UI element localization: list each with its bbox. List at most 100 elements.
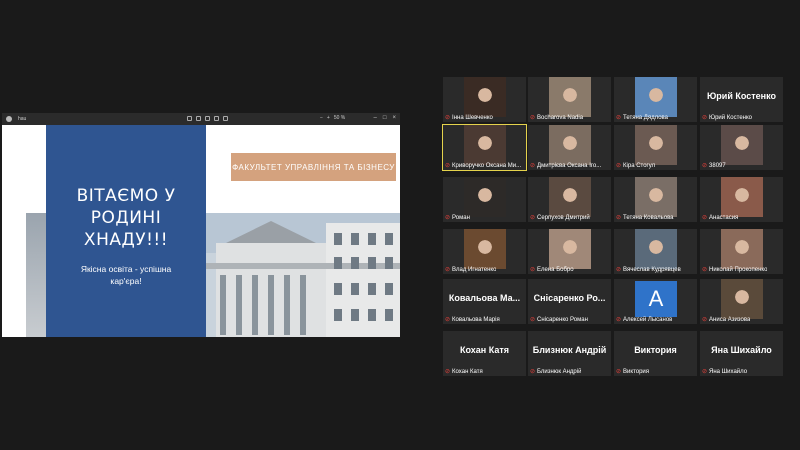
participant-tile[interactable]: ⊘ Тетяна Дядлова <box>614 77 697 122</box>
viewer-toolbar <box>187 116 228 121</box>
welcome-subtitle: Якісна освіта - успішна кар'єра! <box>80 264 172 286</box>
muted-mic-icon: ⊘ <box>445 215 451 221</box>
presentation-slide: ВІТАЄМО У РОДИНІ ХНАДУ!!! Якісна освіта … <box>26 125 400 337</box>
participant-tile[interactable]: ⊘ Вячеслав Кудрявцев <box>614 229 697 274</box>
muted-mic-icon: ⊘ <box>702 267 708 273</box>
participant-display-name: Юрий Костенко <box>707 91 776 101</box>
participant-tile[interactable]: ⊘ Тетяна Ковальова <box>614 177 697 222</box>
participant-tile[interactable]: ⊘ Николай Прокопенко <box>700 229 783 274</box>
participant-name: Виктория <box>623 368 650 375</box>
rotate-icon[interactable] <box>187 116 192 121</box>
participant-name: Кохан Катя <box>452 368 483 375</box>
participant-caption: ⊘ Кіра Стогул <box>616 162 655 170</box>
participant-caption: ⊘ Влад Игнатенко <box>445 266 496 274</box>
participant-name: Яна Шихайло <box>709 368 748 375</box>
participant-video <box>634 229 677 269</box>
participant-caption: ⊘ Яна Шихайло <box>702 368 748 376</box>
participant-video <box>720 177 763 217</box>
participant-tile[interactable]: Ковальова Ма... ⊘ Ковальова Марія <box>443 279 526 324</box>
participant-caption: ⊘ Виктория <box>616 368 650 376</box>
participant-tile[interactable]: ⊘ Елена Бобро <box>528 229 611 274</box>
app-icon <box>6 116 12 122</box>
participant-display-name: Виктория <box>634 345 677 355</box>
participant-tile[interactable]: ⊘ Дмитрієва Оксана Іго... <box>528 125 611 170</box>
participant-name: Алексей Лысанов <box>623 316 673 323</box>
participant-caption: ⊘ Николай Прокопенко <box>702 266 767 274</box>
participant-tile[interactable]: ⊘ Аниса Азизова <box>700 279 783 324</box>
participant-video <box>634 77 677 117</box>
participant-tile[interactable]: Кохан Катя ⊘ Кохан Катя <box>443 331 526 376</box>
muted-mic-icon: ⊘ <box>616 115 622 121</box>
participant-video <box>463 77 506 117</box>
participant-video <box>463 125 506 165</box>
participant-caption: ⊘ Анастасия <box>702 214 738 222</box>
participant-caption: ⊘ Близнюк Андрій <box>530 368 581 376</box>
participant-display-name: Яна Шихайло <box>711 345 772 355</box>
close-icon[interactable]: × <box>392 115 396 121</box>
participant-name: Аниса Азизова <box>709 316 751 323</box>
participant-tile[interactable]: ⊘ Інна Шевченко <box>443 77 526 122</box>
zoom-out-icon[interactable]: − <box>320 115 323 121</box>
participant-tile[interactable]: Яна Шихайло ⊘ Яна Шихайло <box>700 331 783 376</box>
zoom-controls: − + 50 % <box>320 115 345 121</box>
participant-tile[interactable]: ⊘ Криворучко Оксана Ми... <box>442 124 527 171</box>
participant-name: Дмитрієва Оксана Іго... <box>537 162 602 169</box>
university-building-photo <box>206 213 400 337</box>
crop-icon[interactable] <box>196 116 201 121</box>
muted-mic-icon: ⊘ <box>445 163 451 169</box>
participant-tile[interactable]: Близнюк Андрій ⊘ Близнюк Андрій <box>528 331 611 376</box>
zoom-in-icon[interactable]: + <box>327 115 330 121</box>
participant-tile[interactable]: ⊘ Роман <box>443 177 526 222</box>
participant-video <box>720 229 763 269</box>
participant-tile[interactable]: ⊘ Анастасия <box>700 177 783 222</box>
muted-mic-icon: ⊘ <box>702 115 708 121</box>
participant-name: Роман <box>452 214 470 221</box>
participant-tile[interactable]: Юрий Костенко ⊘ Юрий Костенко <box>700 77 783 122</box>
participant-tile[interactable]: A ⊘ Алексей Лысанов <box>614 279 697 324</box>
participant-caption: ⊘ Інна Шевченко <box>445 114 493 122</box>
muted-mic-icon: ⊘ <box>702 215 708 221</box>
participant-display-name: Ковальова Ма... <box>448 293 521 303</box>
participant-tile[interactable]: ⊘ Кіра Стогул <box>614 125 697 170</box>
participant-name: Серпухов Дмитрий <box>537 214 590 221</box>
participant-caption: ⊘ Алексей Лысанов <box>616 316 673 324</box>
participant-video <box>720 279 763 319</box>
participant-tile[interactable]: ⊘ Влад Игнатенко <box>443 229 526 274</box>
participant-tile[interactable]: ⊘ Серпухов Дмитрий <box>528 177 611 222</box>
delete-icon[interactable] <box>223 116 228 121</box>
muted-mic-icon: ⊘ <box>445 267 451 273</box>
maximize-icon[interactable]: □ <box>383 115 387 121</box>
participant-caption: ⊘ Аниса Азизова <box>702 316 751 324</box>
participant-name: Вячеслав Кудрявцев <box>623 266 681 273</box>
participant-name: Bocharova Nadia <box>537 114 584 121</box>
participant-caption: ⊘ Bocharova Nadia <box>530 114 584 122</box>
viewer-titlebar: hau − + 50 % – □ × <box>2 113 400 125</box>
faculty-badge: ФАКУЛЬТЕТ УПРАВЛІННЯ ТА БІЗНЕСУ <box>231 153 396 181</box>
participant-video <box>548 125 591 165</box>
favorite-icon[interactable] <box>214 116 219 121</box>
participant-tile[interactable]: Снісаренко Ро... ⊘ Снісаренко Роман <box>528 279 611 324</box>
participant-video <box>463 229 506 269</box>
shared-screen: hau − + 50 % – □ × ВІТАЄМО У РОДИНІ ХНАД… <box>2 113 400 337</box>
avatar: A <box>635 281 677 317</box>
participant-tile[interactable]: ⊘ Bocharova Nadia <box>528 77 611 122</box>
participant-video <box>548 229 591 269</box>
edit-icon[interactable] <box>205 116 210 121</box>
muted-mic-icon: ⊘ <box>445 115 451 121</box>
participant-name: Інна Шевченко <box>452 114 493 121</box>
participant-tile[interactable]: ⊘ 38097 <box>700 125 783 170</box>
welcome-panel: ВІТАЄМО У РОДИНІ ХНАДУ!!! Якісна освіта … <box>46 125 206 337</box>
muted-mic-icon: ⊘ <box>702 317 708 323</box>
participant-caption: ⊘ Роман <box>445 214 470 222</box>
muted-mic-icon: ⊘ <box>530 267 536 273</box>
minimize-icon[interactable]: – <box>374 115 377 121</box>
participant-caption: ⊘ Тетяна Ковальова <box>616 214 674 222</box>
participant-tile[interactable]: Виктория ⊘ Виктория <box>614 331 697 376</box>
muted-mic-icon: ⊘ <box>702 369 708 375</box>
participant-display-name: Близнюк Андрій <box>532 345 607 355</box>
muted-mic-icon: ⊘ <box>702 163 708 169</box>
participant-video <box>634 125 677 165</box>
participant-caption: ⊘ Криворучко Оксана Ми... <box>445 162 522 170</box>
participant-name: Тетяна Дядлова <box>623 114 668 121</box>
participant-name: Криворучко Оксана Ми... <box>452 162 522 169</box>
